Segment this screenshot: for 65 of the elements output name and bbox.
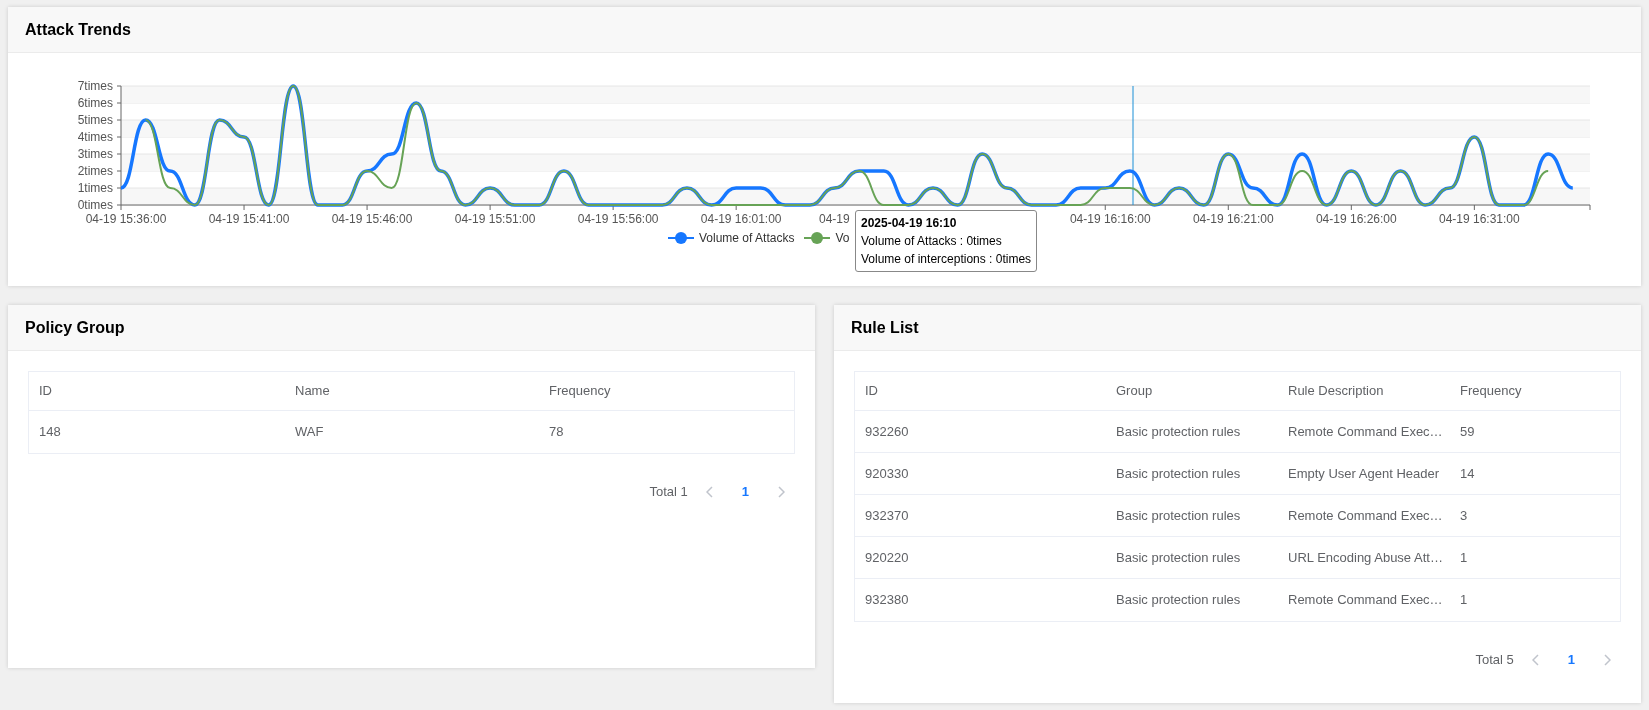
chevron-left-icon[interactable]	[705, 485, 714, 498]
table-cell: WAF	[295, 424, 324, 440]
x-axis-label: 04-19 16:01:00	[700, 212, 782, 226]
table-cell: 1	[1460, 592, 1468, 608]
table-cell: Remote Command Exec…	[1288, 507, 1443, 523]
table-cell: 920330	[865, 465, 909, 481]
table-cell: 932380	[865, 592, 909, 608]
chevron-right-icon[interactable]	[1603, 653, 1611, 666]
table-cell: 59	[1460, 423, 1475, 439]
x-axis-label: 04-19 15:56:00	[577, 212, 659, 226]
chevron-left-icon[interactable]	[1531, 653, 1540, 666]
total-count: Total 1	[649, 483, 688, 501]
y-axis-label: 5times	[77, 113, 113, 127]
table-cell: 1	[1460, 549, 1468, 565]
table-cell: 932260	[865, 423, 909, 439]
y-axis-label: 3times	[77, 147, 113, 161]
table-cell: 932370	[865, 507, 909, 523]
table-cell: 3	[1460, 507, 1468, 523]
total-count: Total 5	[1475, 651, 1514, 669]
card-title: Policy Group	[25, 317, 125, 338]
page-button[interactable]: 1	[731, 482, 759, 502]
table-cell: Basic protection rules	[1116, 549, 1241, 565]
x-axis-label: 04-19 15:46:00	[331, 212, 413, 226]
column-header: Frequency	[549, 383, 611, 399]
x-axis-label: 04-19 16:26:00	[1315, 212, 1397, 226]
y-axis-label: 4times	[77, 130, 113, 144]
table-cell: 148	[39, 424, 61, 440]
card-title: Attack Trends	[25, 19, 131, 40]
column-header: ID	[865, 383, 878, 399]
card-title: Rule List	[851, 317, 919, 338]
y-axis-label: 1times	[77, 181, 113, 195]
page-button[interactable]: 1	[1557, 650, 1585, 670]
table-cell: Basic protection rules	[1116, 465, 1241, 481]
tooltip-line: Volume of interceptions : 0times	[861, 251, 1032, 268]
x-axis-label: 04-19	[819, 212, 850, 226]
column-header: Group	[1116, 383, 1153, 399]
table-cell: Remote Command Exec…	[1288, 423, 1443, 439]
y-axis-label: 0times	[77, 198, 113, 212]
x-axis-label: 04-19 16:16:00	[1069, 212, 1151, 226]
table-cell: Basic protection rules	[1116, 423, 1241, 439]
column-header: Name	[295, 383, 330, 399]
table-cell: Basic protection rules	[1116, 592, 1241, 608]
column-header: Frequency	[1460, 383, 1522, 399]
x-axis-label: 04-19 15:36:00	[85, 212, 167, 226]
y-axis-label: 7times	[77, 79, 113, 93]
table-cell: Remote Command Exec…	[1288, 592, 1443, 608]
y-axis-label: 2times	[77, 164, 113, 178]
x-axis-label: 04-19 15:51:00	[454, 212, 536, 226]
table-cell: 14	[1460, 465, 1475, 481]
chevron-right-icon[interactable]	[777, 485, 785, 498]
y-axis-label: 6times	[77, 96, 113, 110]
tooltip-line: Volume of Attacks : 0times	[861, 233, 1003, 250]
legend-label[interactable]: Volume of Attacks	[699, 229, 795, 247]
legend-label[interactable]: Vo	[835, 229, 850, 247]
table-cell: 78	[549, 424, 564, 440]
table-cell: URL Encoding Abuse Att…	[1288, 549, 1443, 565]
column-header: ID	[39, 383, 52, 399]
x-axis-label: 04-19 15:41:00	[208, 212, 290, 226]
table-cell: 920220	[865, 549, 909, 565]
x-axis-label: 04-19 16:21:00	[1192, 212, 1274, 226]
x-axis-label: 04-19 16:31:00	[1439, 212, 1520, 226]
tooltip-title: 2025-04-19 16:10	[861, 215, 958, 232]
column-header: Rule Description	[1288, 383, 1384, 399]
table-cell: Basic protection rules	[1116, 507, 1241, 523]
table-cell: Empty User Agent Header	[1288, 465, 1440, 481]
